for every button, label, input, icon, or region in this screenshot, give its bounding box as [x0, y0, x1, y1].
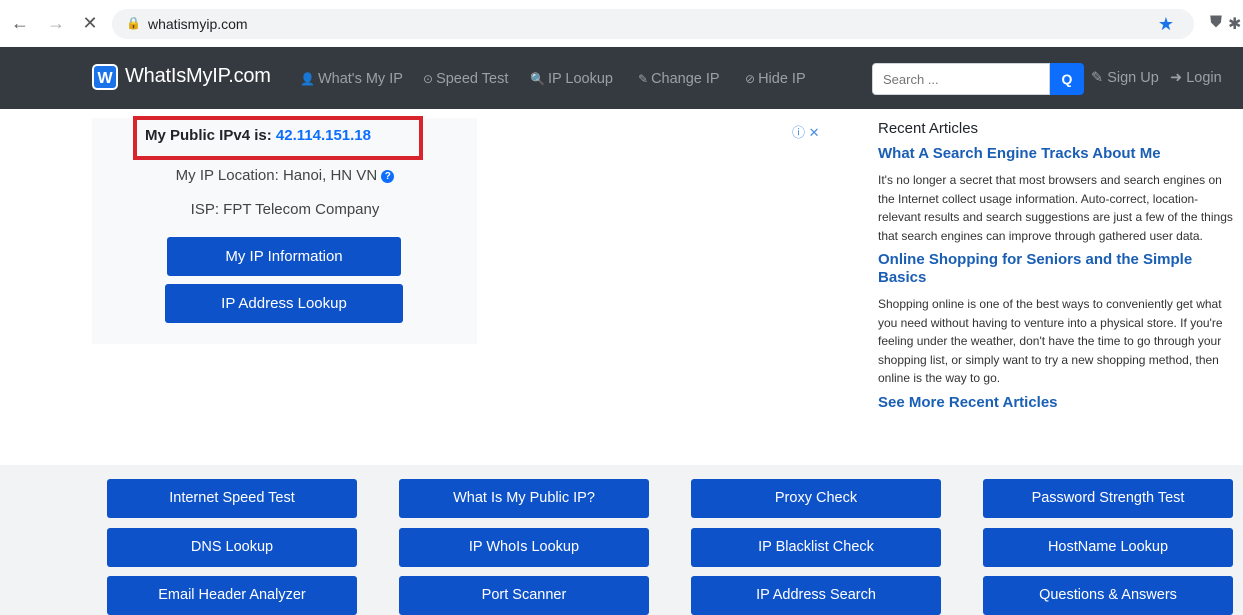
- tool-button[interactable]: What Is My Public IP?: [399, 479, 649, 518]
- recent-articles: Recent Articles What A Search Engine Tra…: [878, 120, 1238, 411]
- ip-address-lookup-button[interactable]: IP Address Lookup: [165, 284, 403, 323]
- tool-button[interactable]: Port Scanner: [399, 576, 649, 615]
- my-ip-information-button[interactable]: My IP Information: [167, 237, 401, 276]
- tool-button[interactable]: IP WhoIs Lookup: [399, 528, 649, 567]
- stop-loading-icon[interactable]: ✕: [80, 13, 100, 33]
- edit-icon: ✎: [638, 72, 649, 86]
- login-link[interactable]: ➜ Login: [1170, 70, 1222, 86]
- tool-button[interactable]: IP Address Search: [691, 576, 941, 615]
- search-button[interactable]: Q: [1050, 63, 1084, 95]
- gauge-icon: ⊙: [423, 72, 434, 86]
- tool-button[interactable]: Password Strength Test: [983, 479, 1233, 518]
- bookmark-star-icon[interactable]: ★: [1158, 14, 1174, 35]
- signup-link[interactable]: ✎ Sign Up: [1091, 70, 1159, 86]
- shield-extension-icon[interactable]: ⛊: [1210, 14, 1222, 32]
- nav-whats-my-ip[interactable]: 👤 What's My IP: [300, 71, 403, 87]
- tool-button[interactable]: Questions & Answers: [983, 576, 1233, 615]
- search-input[interactable]: [872, 63, 1050, 95]
- eye-slash-icon: ⊘: [745, 72, 756, 86]
- ip-isp: ISP: FPT Telecom Company: [190, 201, 380, 218]
- nav-hide-ip[interactable]: ⊘ Hide IP: [745, 71, 806, 87]
- article-link[interactable]: What A Search Engine Tracks About Me: [878, 145, 1238, 163]
- site-header: W WhatIsMyIP.com 👤 What's My IP ⊙ Speed Te…: [0, 47, 1243, 109]
- article-link[interactable]: Online Shopping for Seniors and the Simp…: [878, 251, 1238, 287]
- tool-button[interactable]: Internet Speed Test: [107, 479, 357, 518]
- ip-location: My IP Location: Hanoi, HN VN ?: [0, 167, 570, 184]
- lock-icon: 🔒: [126, 16, 141, 30]
- nav-speed-test[interactable]: ⊙ Speed Test: [423, 71, 508, 87]
- logo-icon[interactable]: W: [92, 64, 118, 90]
- tool-button[interactable]: HostName Lookup: [983, 528, 1233, 567]
- back-arrow-icon[interactable]: ←: [10, 13, 30, 33]
- ad-choices-icon[interactable]: ⓘ ✕: [792, 122, 820, 141]
- url-text[interactable]: whatismyip.com: [148, 16, 248, 32]
- article-summary: Shopping online is one of the best ways …: [878, 297, 1223, 385]
- user-icon: 👤: [300, 72, 315, 86]
- browser-toolbar: ← → ✕ 🔒 whatismyip.com ★ ⛊ ✱: [0, 0, 1243, 47]
- see-more-articles-link[interactable]: See More Recent Articles: [878, 394, 1238, 411]
- tool-button[interactable]: Email Header Analyzer: [107, 576, 357, 615]
- recent-articles-title: Recent Articles: [878, 120, 979, 137]
- nav-ip-lookup[interactable]: 🔍 IP Lookup: [530, 71, 613, 87]
- help-icon[interactable]: ?: [381, 170, 395, 183]
- tool-button[interactable]: Proxy Check: [691, 479, 941, 518]
- forward-arrow-icon[interactable]: →: [46, 13, 66, 33]
- search-icon: 🔍: [530, 72, 545, 86]
- nav-change-ip[interactable]: ✎ Change IP: [638, 71, 720, 87]
- site-logo-text[interactable]: WhatIsMyIP.com: [125, 65, 271, 88]
- address-bar[interactable]: 🔒 whatismyip.com ★: [112, 9, 1194, 39]
- login-icon: ➜: [1170, 70, 1183, 86]
- public-ip-value: 42.114.151.18: [275, 127, 371, 144]
- article-summary: It's no longer a secret that most browse…: [878, 173, 1233, 243]
- tool-button[interactable]: IP Blacklist Check: [691, 528, 941, 567]
- signup-icon: ✎: [1091, 70, 1104, 86]
- tool-button[interactable]: DNS Lookup: [107, 528, 357, 567]
- public-ip-line: My Public IPv4 is: 42.114.151.18: [145, 127, 371, 144]
- puzzle-extension-icon[interactable]: ✱: [1228, 14, 1241, 34]
